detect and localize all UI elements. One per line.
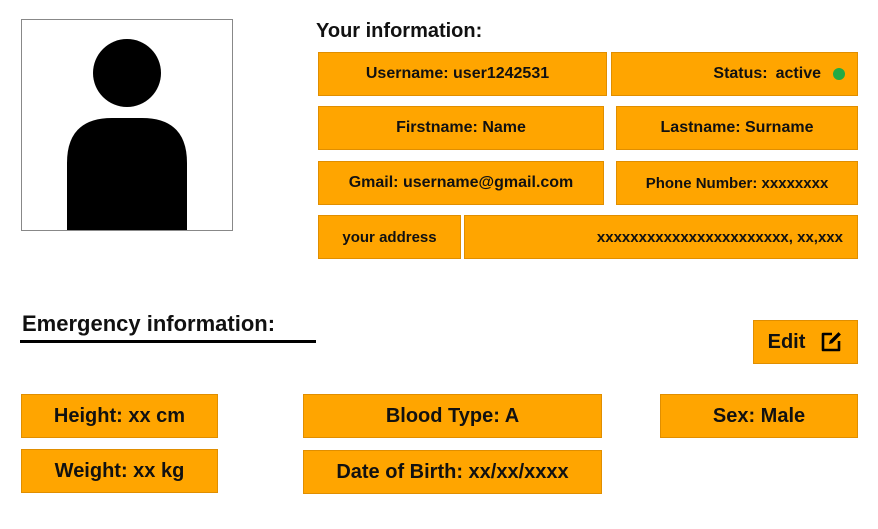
heading-underline <box>20 340 316 343</box>
address-label-field: your address <box>318 215 461 259</box>
weight-text: Weight: xx kg <box>54 459 185 482</box>
sex-text: Sex: Male <box>712 404 806 427</box>
sex-field: Sex: Male <box>660 394 858 438</box>
address-value-text: xxxxxxxxxxxxxxxxxxxxxxx, xx,xxx <box>596 228 843 246</box>
address-value-field: xxxxxxxxxxxxxxxxxxxxxxx, xx,xxx <box>464 215 858 259</box>
blood-type-text: Blood Type: A <box>385 404 520 427</box>
edit-button-label: Edit <box>767 330 806 353</box>
phone-number-text: Phone Number: xxxxxxxx <box>645 174 829 192</box>
date-of-birth-text: Date of Birth: xx/xx/xxxx <box>336 460 569 483</box>
weight-field: Weight: xx kg <box>21 449 218 493</box>
status-field: Status: active <box>611 52 858 96</box>
username-text: Username: user1242531 <box>365 65 550 82</box>
firstname-field: Firstname: Name <box>318 106 604 150</box>
date-of-birth-field: Date of Birth: xx/xx/xxxx <box>303 450 602 494</box>
phone-number-field: Phone Number: xxxxxxxx <box>616 161 858 205</box>
your-information-heading: Your information: <box>316 20 483 42</box>
username-field: Username: user1242531 <box>318 52 607 96</box>
status-dot-icon <box>833 68 845 80</box>
emergency-information-heading: Emergency information: <box>22 311 276 336</box>
lastname-text: Lastname: Surname <box>660 119 814 136</box>
edit-icon <box>822 332 842 352</box>
blood-type-field: Blood Type: A <box>303 394 602 438</box>
gmail-field: Gmail: username@gmail.com <box>318 161 604 205</box>
profile-picture <box>21 19 233 231</box>
person-avatar-icon <box>67 39 187 230</box>
status-label: Status: <box>713 65 768 82</box>
status-value: active <box>775 65 821 82</box>
firstname-text: Firstname: Name <box>396 119 526 136</box>
edit-button[interactable]: Edit <box>753 320 858 364</box>
height-text: Height: xx cm <box>53 404 186 427</box>
lastname-field: Lastname: Surname <box>616 106 858 150</box>
height-field: Height: xx cm <box>21 394 218 438</box>
gmail-text: Gmail: username@gmail.com <box>348 174 574 191</box>
address-label-text: your address <box>342 228 437 246</box>
